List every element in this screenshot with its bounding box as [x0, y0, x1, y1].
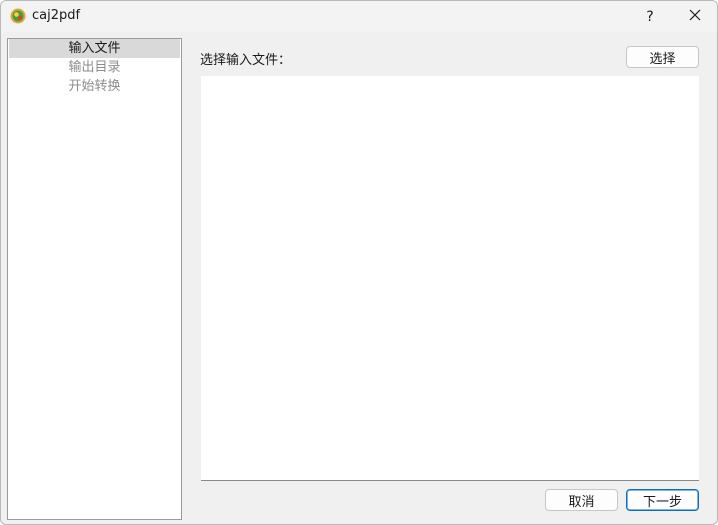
- input-file-list[interactable]: [201, 76, 699, 481]
- close-icon: [689, 9, 701, 25]
- cancel-button[interactable]: 取消: [545, 489, 618, 511]
- dialog-window: caj2pdf ? 输入文件 输出目录 开始转换 选择输入文件： 选择 取消 下…: [0, 0, 718, 525]
- sidebar-item-output-dir[interactable]: 输出目录: [9, 58, 180, 77]
- sidebar-item-start-convert[interactable]: 开始转换: [9, 77, 180, 96]
- close-button[interactable]: [677, 1, 713, 32]
- help-button[interactable]: ?: [633, 1, 667, 32]
- next-button[interactable]: 下一步: [626, 489, 699, 511]
- window-title: caj2pdf: [32, 8, 81, 23]
- title-bar[interactable]: caj2pdf ?: [1, 1, 717, 32]
- help-icon: ?: [646, 8, 654, 25]
- choose-files-button[interactable]: 选择: [626, 46, 699, 68]
- wizard-steps-sidebar: 输入文件 输出目录 开始转换: [7, 38, 182, 520]
- sidebar-item-input-files[interactable]: 输入文件: [9, 39, 180, 58]
- app-logo-icon: [10, 8, 26, 24]
- select-input-files-label: 选择输入文件：: [200, 53, 292, 68]
